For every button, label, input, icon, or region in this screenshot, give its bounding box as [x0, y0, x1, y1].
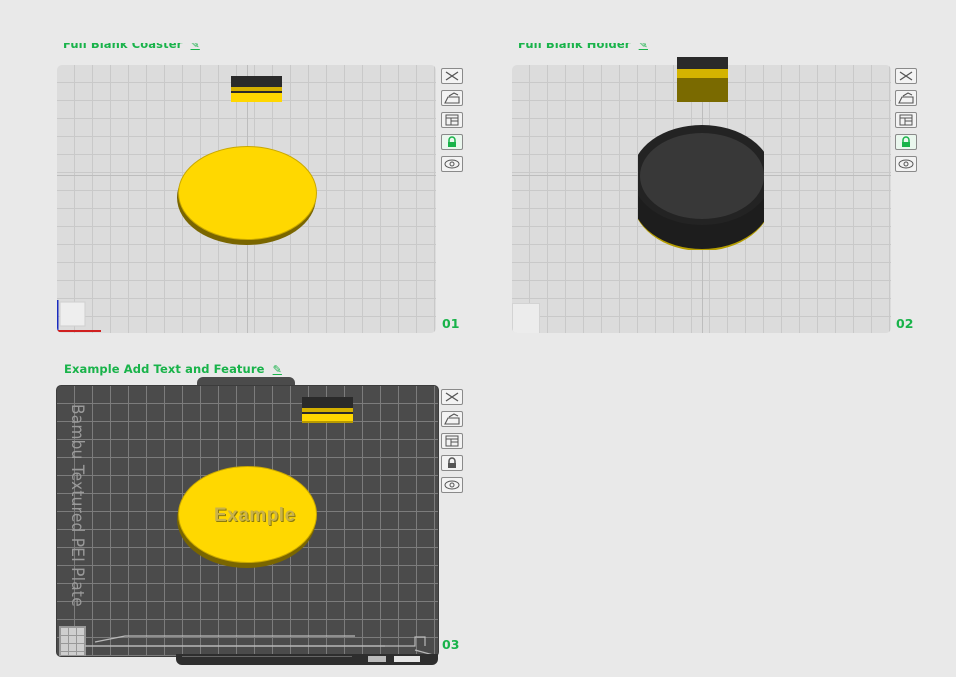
filament-swatch: [677, 57, 728, 102]
edit-name-icon[interactable]: ✎: [273, 363, 282, 376]
plate-bottom-strip: [176, 654, 438, 665]
axis-gizmo-icon: [57, 300, 101, 332]
plate-toolbar-03: [441, 389, 465, 499]
auto-orient-icon[interactable]: [441, 90, 463, 106]
plate-name: Full Blank Coaster: [63, 43, 183, 51]
text-feature[interactable]: Example: [214, 505, 296, 527]
close-icon[interactable]: [441, 389, 463, 405]
plate-name: Full Blank Holder: [518, 43, 631, 51]
filament-swatch: [231, 76, 282, 102]
plate-title-01[interactable]: Full Blank Coaster ✎: [63, 43, 200, 52]
eye-icon[interactable]: [441, 156, 463, 172]
bed-label: Bambu Textured PEI Plate: [67, 404, 87, 607]
plate-title-03[interactable]: Example Add Text and Feature ✎: [64, 362, 282, 376]
bed-bottom-markings: [85, 635, 437, 656]
filament-swatch: [302, 397, 353, 423]
lock-icon[interactable]: [895, 134, 917, 150]
edit-name-icon[interactable]: ✎: [639, 43, 648, 51]
arrange-icon[interactable]: [441, 112, 463, 128]
auto-orient-icon[interactable]: [895, 90, 917, 106]
plate-toolbar-02: [895, 68, 919, 178]
auto-orient-icon[interactable]: [441, 411, 463, 427]
plate-number: 03: [442, 637, 460, 652]
plate-name: Example Add Text and Feature: [64, 362, 265, 376]
eye-icon[interactable]: [441, 477, 463, 493]
lock-icon[interactable]: [441, 134, 463, 150]
plate-number: 02: [896, 316, 914, 331]
plate-title-02[interactable]: Full Blank Holder ✎: [518, 43, 648, 52]
close-icon[interactable]: [441, 68, 463, 84]
plate-toolbar-01: [441, 68, 465, 178]
lock-icon[interactable]: [441, 455, 463, 471]
eye-icon[interactable]: [895, 156, 917, 172]
coaster-top: [178, 146, 317, 240]
plate-number: 01: [442, 316, 460, 331]
close-icon[interactable]: [895, 68, 917, 84]
edit-name-icon[interactable]: ✎: [191, 43, 200, 51]
arrange-icon[interactable]: [895, 112, 917, 128]
arrange-icon[interactable]: [441, 433, 463, 449]
holder-model[interactable]: [638, 125, 764, 250]
